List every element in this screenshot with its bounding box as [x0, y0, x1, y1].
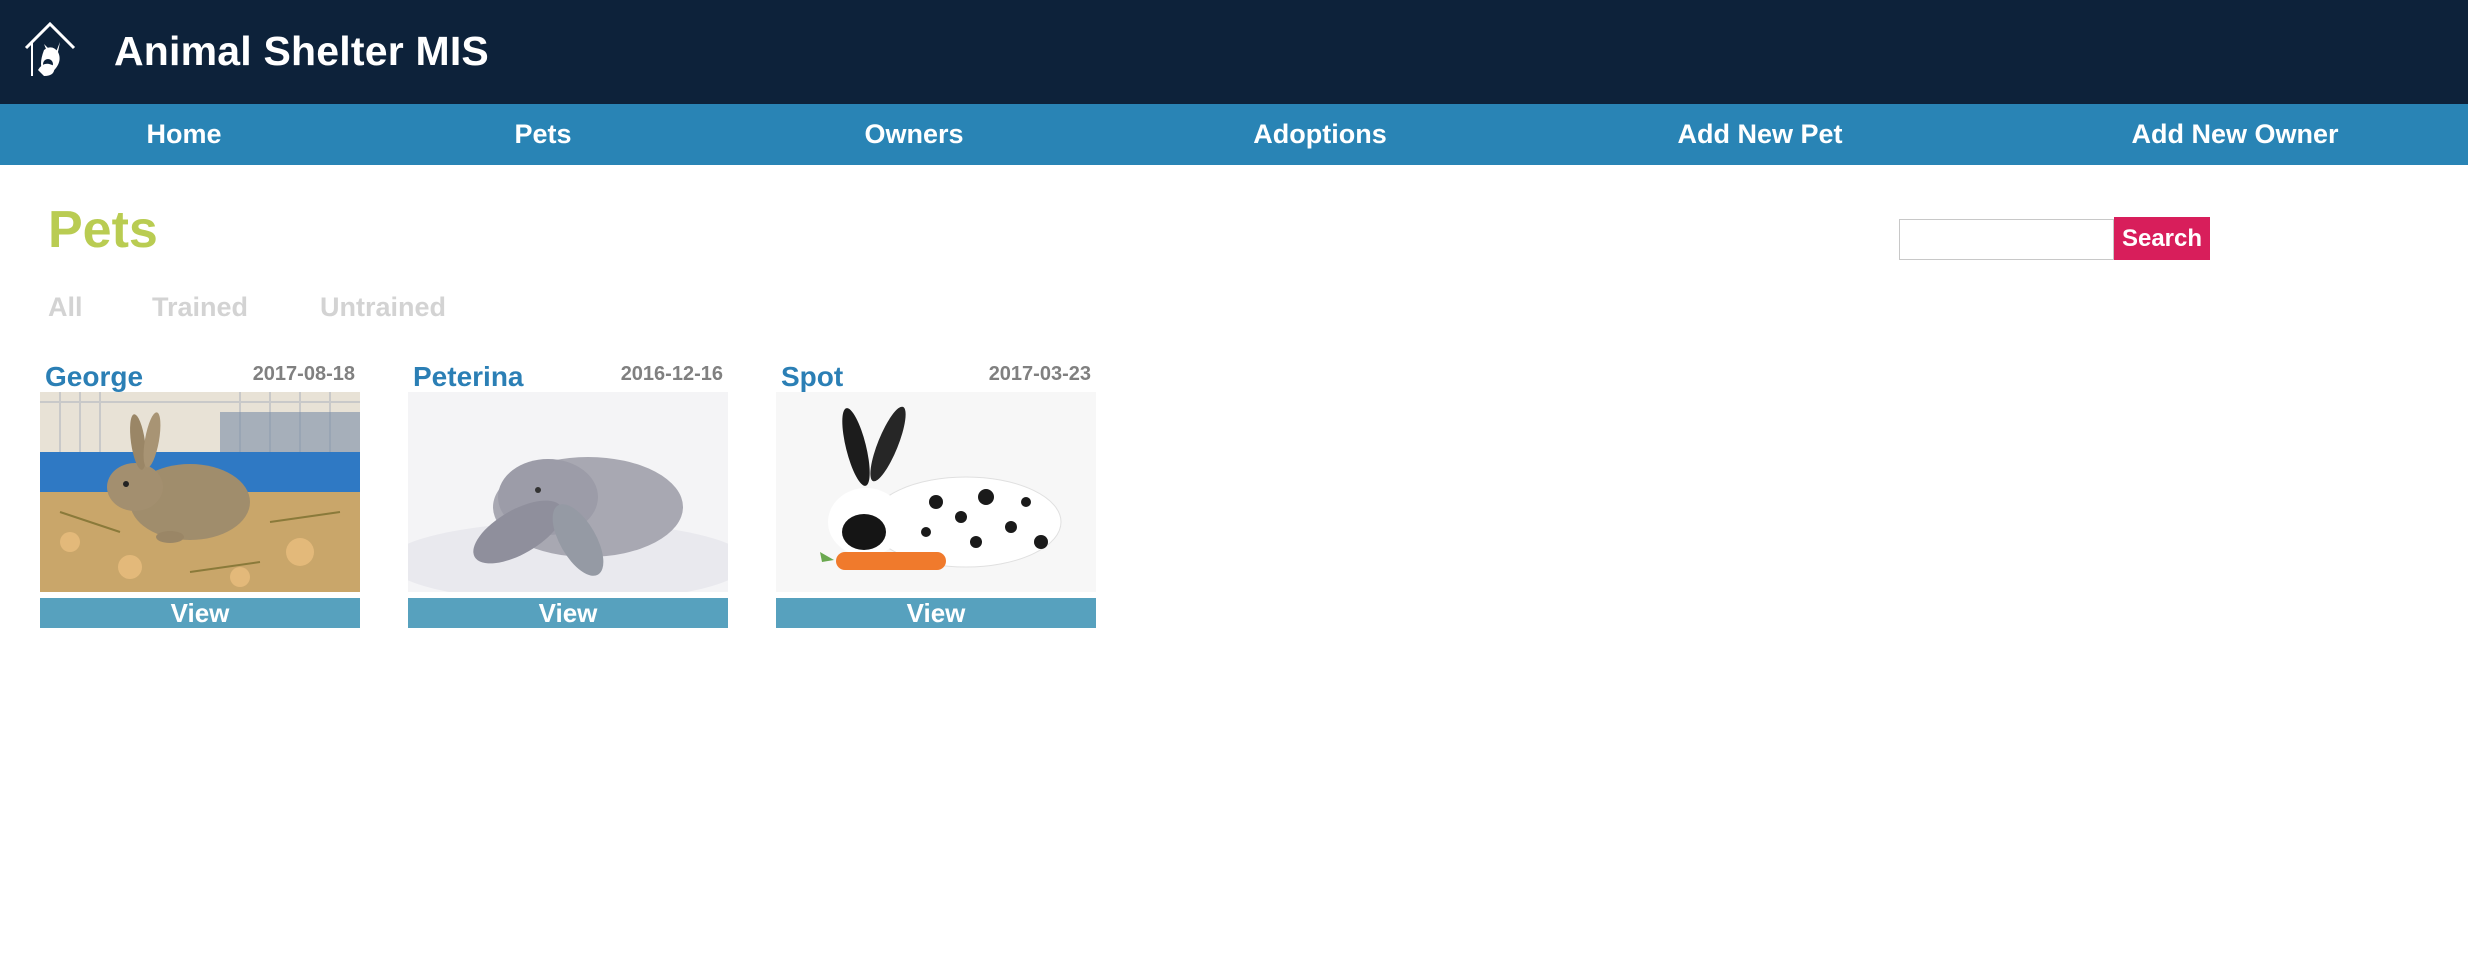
nav-add-new-pet[interactable]: Add New Pet — [1677, 104, 1842, 165]
filter-all[interactable]: All — [48, 290, 83, 324]
filter-untrained[interactable]: Untrained — [320, 290, 446, 324]
view-button[interactable]: View — [408, 598, 728, 628]
nav-owners[interactable]: Owners — [864, 104, 963, 165]
main-nav: Home Pets Owners Adoptions Add New Pet A… — [0, 104, 2468, 165]
nav-pets[interactable]: Pets — [514, 104, 571, 165]
pet-name[interactable]: George — [45, 360, 143, 394]
pet-date: 2016-12-16 — [620, 363, 723, 385]
pet-photo-peterina — [408, 392, 728, 592]
pet-name[interactable]: Spot — [781, 360, 843, 394]
pet-photo-spot — [776, 392, 1096, 592]
pet-date: 2017-08-18 — [252, 363, 355, 385]
view-button[interactable]: View — [40, 598, 360, 628]
page-title: Pets — [48, 201, 158, 259]
pet-card-peterina: Peterina 2016-12-16 View — [408, 356, 728, 628]
nav-add-new-owner[interactable]: Add New Owner — [2131, 104, 2338, 165]
search-button[interactable]: Search — [2114, 217, 2210, 260]
app-header: Animal Shelter MIS — [0, 0, 2468, 104]
shelter-logo-icon[interactable] — [22, 20, 78, 82]
view-button[interactable]: View — [776, 598, 1096, 628]
pet-name[interactable]: Peterina — [413, 360, 524, 394]
pet-card-spot: Spot 2017-03-23 View — [776, 356, 1096, 628]
pet-photo-george — [40, 392, 360, 592]
pet-card-george: George 2017-08-18 View — [40, 356, 360, 628]
nav-adoptions[interactable]: Adoptions — [1253, 104, 1386, 165]
search-input[interactable] — [1899, 219, 2114, 260]
app-title: Animal Shelter MIS — [114, 28, 489, 74]
filter-trained[interactable]: Trained — [152, 290, 248, 324]
nav-home[interactable]: Home — [146, 104, 221, 165]
pet-date: 2017-03-23 — [988, 363, 1091, 385]
